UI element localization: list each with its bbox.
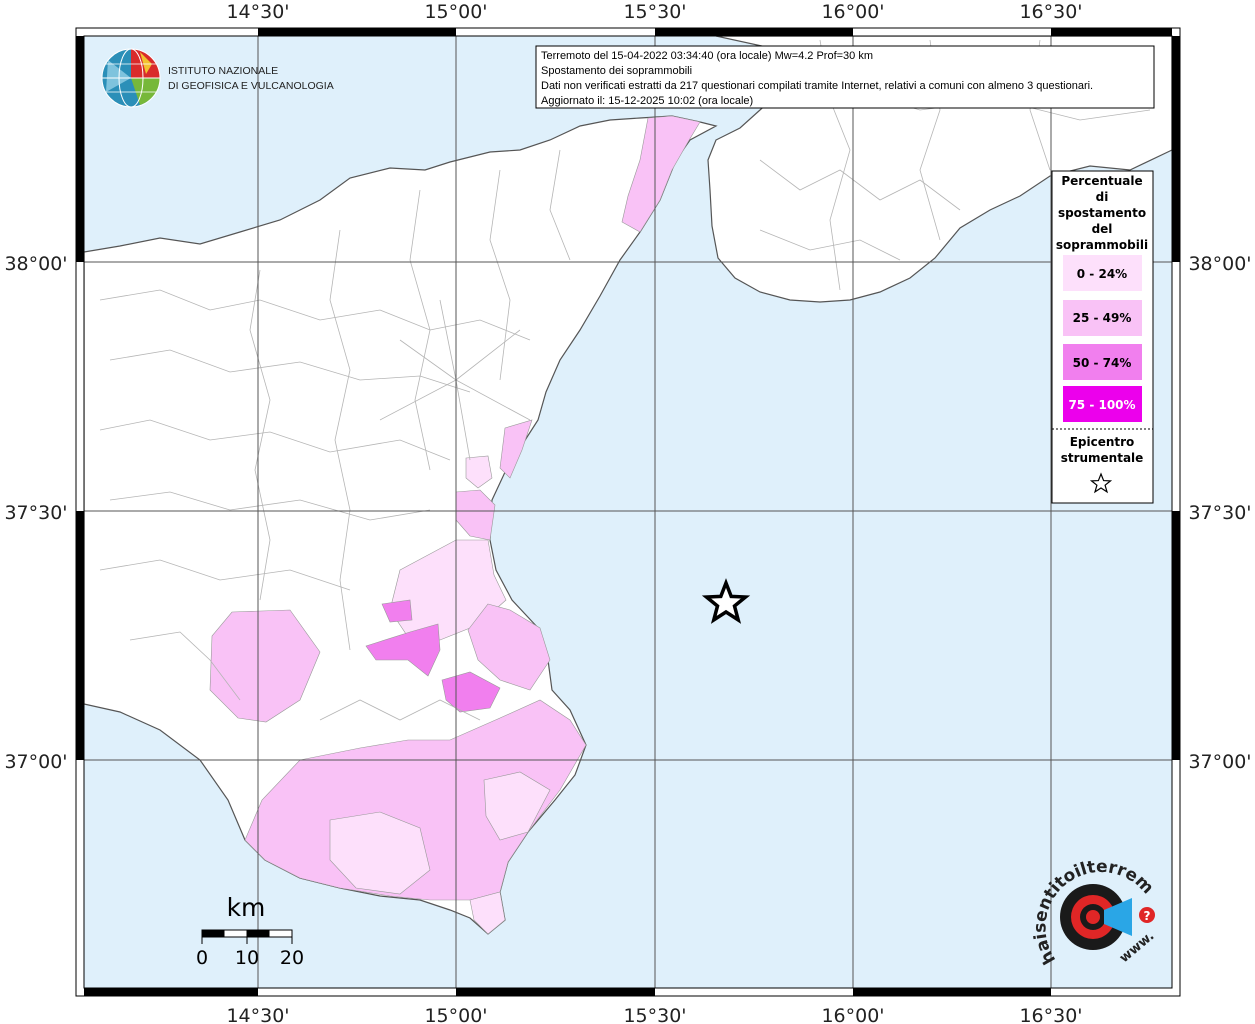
- ingv-name-line1: ISTITUTO NAZIONALE: [168, 65, 278, 77]
- lon-tick-label: 16°30': [1019, 1, 1082, 23]
- legend-class-label: 50 - 74%: [1073, 356, 1132, 370]
- lat-tick-labels-left: 38°00' 37°30' 37°00': [4, 253, 67, 773]
- header-line-updated: Aggiornato il: 15-12-2025 10:02 (ora loc…: [541, 95, 753, 107]
- lon-tick-labels-top: 14°30' 15°00' 15°30' 16°00' 16°30': [226, 1, 1082, 23]
- scale-unit: km: [227, 893, 266, 922]
- lon-tick-label: 15°30': [623, 1, 686, 23]
- legend: Percentuale di spostamento del soprammob…: [1051, 170, 1154, 504]
- lon-tick-label: 16°30': [1019, 1005, 1082, 1024]
- legend-title-line: spostamento: [1058, 206, 1146, 220]
- lat-tick-label: 38°00': [1188, 253, 1251, 275]
- lon-tick-label: 15°00': [424, 1, 487, 23]
- header-box: Terremoto del 15-04-2022 03:34:40 (ora l…: [535, 45, 1155, 109]
- scale-label: 10: [235, 947, 259, 969]
- lat-tick-label: 37°30': [4, 502, 67, 524]
- scale-label: 20: [280, 947, 304, 969]
- lat-tick-labels-right: 38°00' 37°30' 37°00': [1188, 253, 1251, 773]
- lon-tick-label: 15°30': [623, 1005, 686, 1024]
- header-line-topic: Spostamento dei soprammobili: [541, 65, 692, 77]
- lat-tick-label: 38°00': [4, 253, 67, 275]
- lat-tick-label: 37°30': [1188, 502, 1251, 524]
- scale-label: 0: [196, 947, 208, 969]
- legend-class-label: 25 - 49%: [1073, 311, 1132, 325]
- lon-tick-label: 15°00': [424, 1005, 487, 1024]
- legend-title-line: di: [1096, 190, 1109, 204]
- lon-tick-label: 14°30': [226, 1005, 289, 1024]
- lon-tick-label: 16°00': [821, 1005, 884, 1024]
- lon-tick-labels-bottom: 14°30' 15°00' 15°30' 16°00' 16°30': [226, 1005, 1082, 1024]
- lon-tick-label: 16°00': [821, 1, 884, 23]
- legend-title-line: del: [1092, 222, 1113, 236]
- lat-tick-label: 37°00': [1188, 751, 1251, 773]
- intensity-map: 14°30' 15°00' 15°30' 16°00' 16°30' 14°30…: [0, 0, 1252, 1024]
- ingv-globe-icon: [101, 48, 161, 108]
- lat-tick-label: 37°00': [4, 751, 67, 773]
- legend-epicenter-line: Epicentro: [1070, 435, 1135, 449]
- legend-class-label: 0 - 24%: [1077, 267, 1127, 281]
- legend-title-line: Percentuale: [1061, 174, 1142, 188]
- legend-class-label: 75 - 100%: [1068, 398, 1135, 412]
- hst-badge: ?: [1144, 909, 1151, 923]
- legend-epicenter-line: strumentale: [1061, 451, 1144, 465]
- lon-tick-label: 14°30': [226, 1, 289, 23]
- header-line-event: Terremoto del 15-04-2022 03:34:40 (ora l…: [541, 50, 873, 62]
- header-line-source: Dati non verificati estratti da 217 ques…: [541, 80, 1093, 92]
- legend-title-line: soprammobili: [1056, 238, 1148, 252]
- ingv-name-line2: DI GEOFISICA E VULCANOLOGIA: [168, 80, 334, 92]
